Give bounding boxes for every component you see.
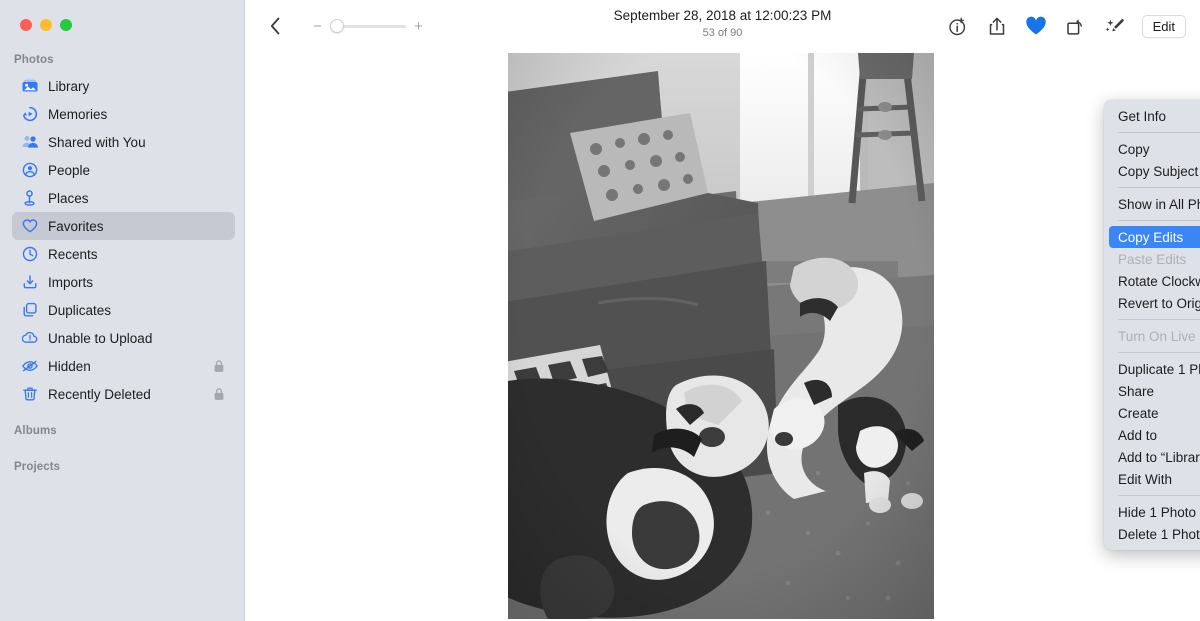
sidebar-item-label: Favorites [48,218,104,234]
sidebar-item-duplicates[interactable]: Duplicates [12,296,235,324]
enhance-icon[interactable] [1103,15,1125,37]
menu-separator [1118,319,1200,320]
sidebar-item-label: Duplicates [48,302,112,318]
menu-separator [1118,495,1200,496]
close-button[interactable] [20,19,32,31]
menu-item-paste-edits: Paste Edits [1118,251,1187,267]
sidebar-item-label: Library [48,78,90,94]
menu-item-add-to-library[interactable]: Add to “Library” [1109,446,1200,468]
edit-button[interactable]: Edit [1141,14,1186,38]
maximize-button[interactable] [60,19,72,31]
sidebar-item-unable-to-upload[interactable]: Unable to Upload [12,324,235,352]
sidebar-item-shared-with-you[interactable]: Shared with You [12,128,235,156]
sidebar-item-label: Hidden [48,358,91,374]
sidebar-section-header-albums[interactable]: Albums [0,425,244,437]
menu-item-create[interactable]: Create ❯ [1109,402,1200,424]
minimize-button[interactable] [40,19,52,31]
context-menu[interactable]: Get Info Copy Copy Subject Show in All P… [1104,100,1200,550]
share-icon[interactable] [986,15,1008,37]
sidebar-item-memories[interactable]: Memories [12,100,235,128]
sidebar-item-label: Unable to Upload [48,330,153,346]
lock-icon [213,387,225,401]
back-button[interactable] [263,14,287,38]
import-icon [20,273,39,292]
sidebar-list-photos: Library Memories Shared with You People … [0,72,244,408]
menu-separator [1118,352,1200,353]
sidebar-section-header-projects[interactable]: Projects [0,461,244,473]
people-icon [20,161,39,180]
photo-image[interactable] [508,53,934,619]
menu-item-copy[interactable]: Copy [1109,138,1200,160]
sidebar: Photos Library Memories Shared with You … [0,0,245,621]
heart-icon [20,217,39,236]
sidebar-item-places[interactable]: Places [12,184,235,212]
main-content: − + September 28, 2018 at 12:00:23 PM 53… [245,0,1200,621]
sidebar-section-header-photos: Photos [14,54,54,66]
menu-item-revert-to-original[interactable]: Revert to Original [1109,292,1200,314]
menu-item-label: Share [1118,383,1155,399]
zoom-out-icon[interactable]: − [311,19,324,34]
cloud-warning-icon [20,329,39,348]
duplicates-icon [20,301,39,320]
chevron-left-icon [270,17,279,35]
zoom-slider-control[interactable]: − + [311,18,425,34]
eye-slash-icon [20,357,39,376]
menu-item-show-in-all-photos[interactable]: Show in All Photos [1109,193,1200,215]
menu-item-label: Create [1118,405,1159,421]
toolbar: − + September 28, 2018 at 12:00:23 PM 53… [245,0,1200,52]
menu-item-delete-1-photo[interactable]: Delete 1 Photo [1109,523,1200,545]
shared-with-you-icon [20,133,39,152]
menu-separator [1118,132,1200,133]
library-icon [20,77,39,96]
menu-item-duplicate-1-photo[interactable]: Duplicate 1 Photo [1109,358,1200,380]
toolbar-actions: Edit [947,0,1186,52]
places-icon [24,189,35,206]
zoom-slider-track[interactable] [330,18,406,34]
photo-content [508,53,934,619]
sidebar-item-label: Memories [48,106,108,122]
photos-app-window: Photos Library Memories Shared with You … [0,0,1200,621]
menu-item-turn-on-live-photo: Turn On Live Photo [1118,328,1200,344]
info-icon[interactable] [947,15,969,37]
menu-item-copy-subject[interactable]: Copy Subject [1109,160,1200,182]
menu-item-copy-edits[interactable]: Copy Edits [1109,226,1200,248]
zoom-slider-knob[interactable] [330,19,344,33]
sidebar-item-recents[interactable]: Recents [12,240,235,268]
lock-icon [213,359,225,373]
trash-icon [20,385,39,404]
sidebar-item-label: Recently Deleted [48,386,151,402]
menu-item-add-to[interactable]: Add to ❯ [1109,424,1200,446]
sidebar-item-label: Recents [48,246,98,262]
favorite-icon[interactable] [1025,15,1047,37]
sidebar-item-label: People [48,162,91,178]
menu-separator [1118,220,1200,221]
menu-item-label: Edit With [1118,471,1173,487]
memories-icon [20,105,39,124]
sidebar-item-people[interactable]: People [12,156,235,184]
sidebar-item-label: Places [48,190,89,206]
sidebar-item-recently-deleted[interactable]: Recently Deleted [12,380,235,408]
window-traffic-lights [0,0,244,31]
sidebar-item-label: Shared with You [48,134,146,150]
sidebar-item-library[interactable]: Library [12,72,235,100]
sidebar-item-label: Imports [48,274,94,290]
sidebar-item-favorites[interactable]: Favorites [12,212,235,240]
zoom-in-icon[interactable]: + [412,19,425,34]
menu-item-share[interactable]: Share ❯ [1109,380,1200,402]
sidebar-item-hidden[interactable]: Hidden [12,352,235,380]
sidebar-item-imports[interactable]: Imports [12,268,235,296]
sidebar-section-photos: Photos Library Memories Shared with You … [0,54,244,408]
menu-item-edit-with[interactable]: Edit With ❯ [1109,468,1200,490]
menu-item-get-info[interactable]: Get Info [1109,105,1200,127]
menu-item-hide-1-photo[interactable]: Hide 1 Photo [1109,501,1200,523]
menu-item-rotate-clockwise[interactable]: Rotate Clockwise [1109,270,1200,292]
photo-viewer [245,52,1200,621]
clock-icon [20,245,39,264]
menu-separator [1118,187,1200,188]
menu-item-label: Add to [1118,427,1158,443]
rotate-icon[interactable] [1064,15,1086,37]
